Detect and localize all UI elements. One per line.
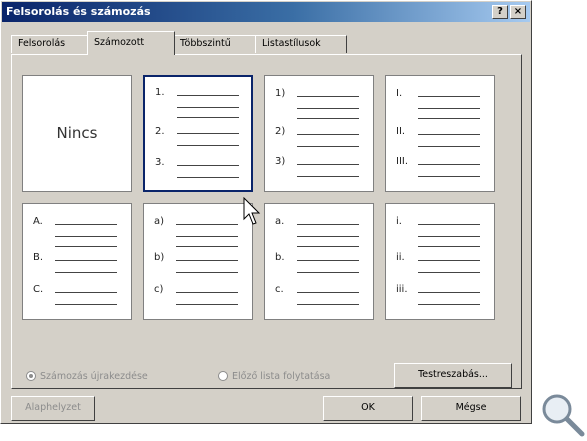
radio-dot xyxy=(26,371,36,381)
continue-list-label: Előző lista folytatása xyxy=(232,371,331,382)
marker: 1) xyxy=(275,88,286,99)
close-button[interactable]: × xyxy=(510,5,526,19)
marker: 3. xyxy=(155,157,165,168)
close-icon: × xyxy=(513,6,523,17)
title-bar[interactable]: Felsorolás és számozás ? × xyxy=(2,2,530,22)
marker: b) xyxy=(154,252,165,263)
tab-list-styles[interactable]: Listastílusok xyxy=(255,35,347,53)
radio-dot xyxy=(218,371,228,381)
gallery-alpha-lower-paren[interactable]: a) b) c) xyxy=(143,203,253,320)
marker: B. xyxy=(33,252,44,263)
marker: iii. xyxy=(396,284,408,295)
reset-button[interactable]: Alaphelyzet xyxy=(11,396,95,421)
gallery-arabic-paren[interactable]: 1) 2) 3) xyxy=(264,75,374,192)
marker: 3) xyxy=(275,156,286,167)
continue-list-radio[interactable]: Előző lista folytatása xyxy=(218,371,330,382)
dialog-title: Felsorolás és számozás xyxy=(6,5,151,18)
marker: c) xyxy=(154,284,164,295)
marker: I. xyxy=(396,88,403,99)
marker: a. xyxy=(275,216,285,227)
tab-numbered[interactable]: Számozott xyxy=(87,31,175,55)
help-icon: ? xyxy=(497,6,503,17)
marker: A. xyxy=(33,216,43,227)
marker: b. xyxy=(275,252,285,263)
none-label: Nincs xyxy=(56,124,98,142)
cancel-button[interactable]: Mégse xyxy=(421,396,521,421)
marker: 1. xyxy=(155,87,165,98)
marker: III. xyxy=(396,156,409,167)
restart-numbering-label: Számozás újrakezdése xyxy=(40,371,148,382)
gallery-roman-upper[interactable]: I. II. III. xyxy=(385,75,495,192)
tab-bullets[interactable]: Felsorolás xyxy=(11,35,89,53)
bullets-and-numbering-dialog: Felsorolás és számozás ? × Felsorolás Sz… xyxy=(0,0,532,424)
numbered-tab-panel: Nincs 1. 2. 3. 1) 2) 3) I. II. III. A. B… xyxy=(11,54,522,389)
gallery-arabic-dot[interactable]: 1. 2. 3. xyxy=(143,75,253,192)
marker: II. xyxy=(396,126,406,137)
tab-outline-numbered[interactable]: Többszintű xyxy=(173,35,257,53)
marker: 2) xyxy=(275,126,286,137)
magnifier-icon[interactable] xyxy=(540,392,586,438)
marker: a) xyxy=(154,216,165,227)
help-button[interactable]: ? xyxy=(492,5,508,19)
restart-numbering-radio[interactable]: Számozás újrakezdése xyxy=(26,371,148,382)
marker: i. xyxy=(396,216,402,227)
customize-button[interactable]: Testreszabás... xyxy=(394,363,512,388)
marker: c. xyxy=(275,284,284,295)
gallery-alpha-upper[interactable]: A. B. C. xyxy=(22,203,132,320)
marker: C. xyxy=(33,284,44,295)
gallery-none[interactable]: Nincs xyxy=(22,75,132,192)
ok-button[interactable]: OK xyxy=(323,396,413,421)
marker: ii. xyxy=(396,252,405,263)
gallery-roman-lower[interactable]: i. ii. iii. xyxy=(385,203,495,320)
cursor-icon xyxy=(243,197,261,225)
marker: 2. xyxy=(155,126,165,137)
gallery-alpha-lower-dot[interactable]: a. b. c. xyxy=(264,203,374,320)
